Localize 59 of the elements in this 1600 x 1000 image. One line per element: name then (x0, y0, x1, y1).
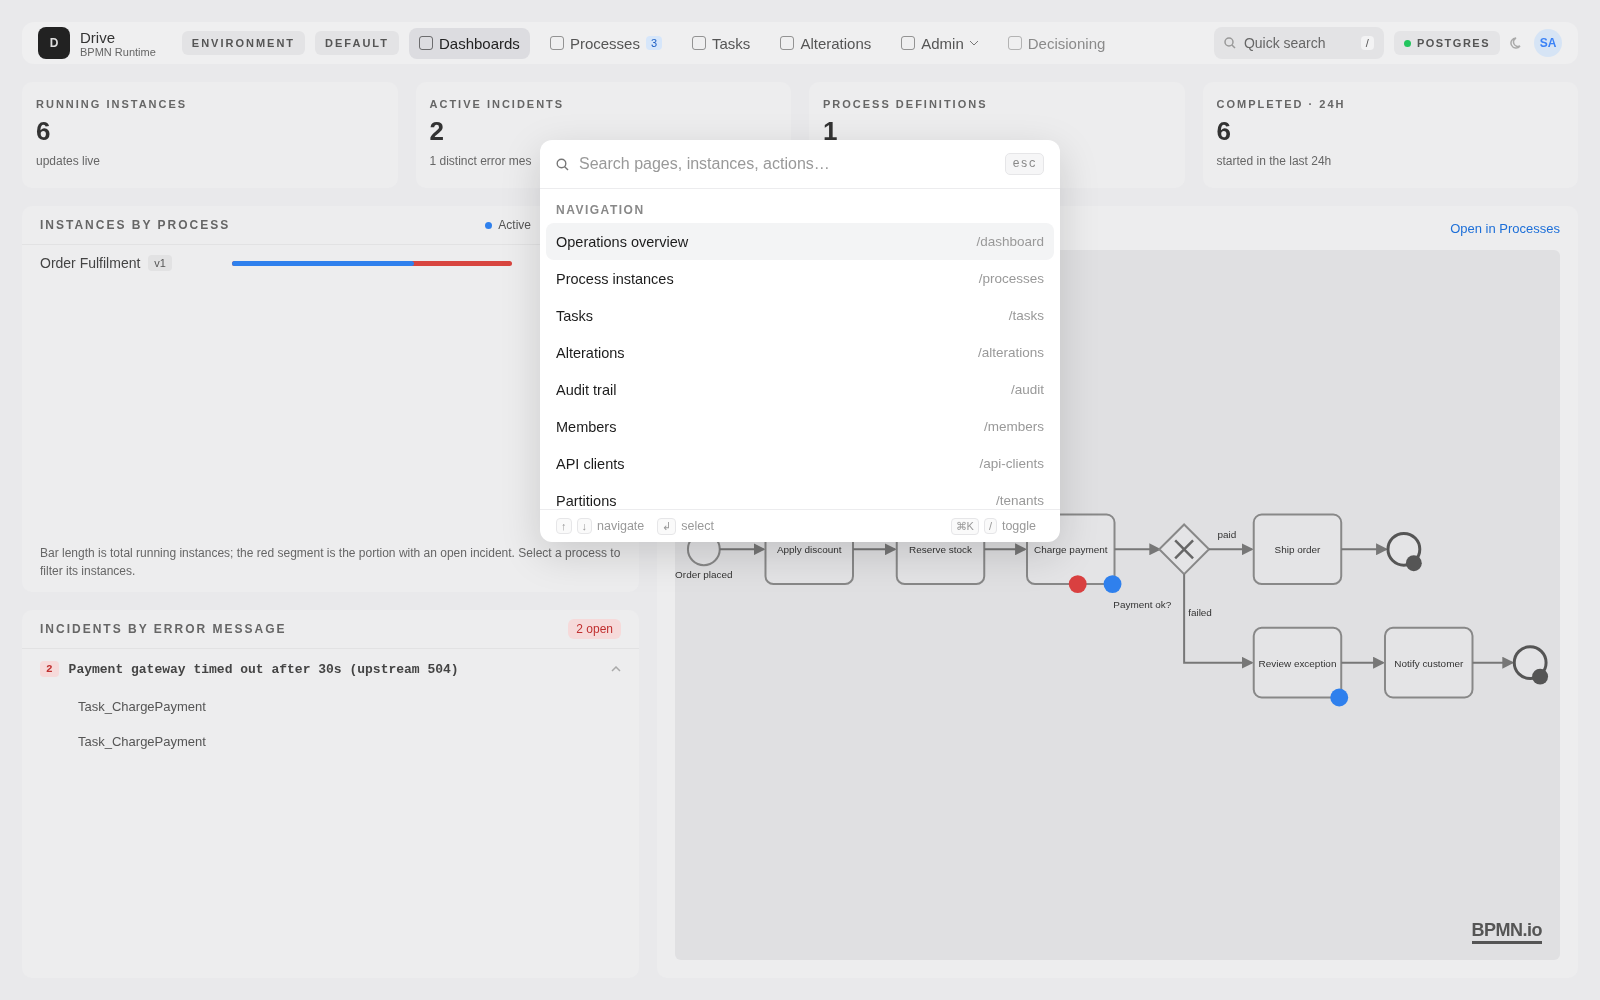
diagram-label: failed (1188, 606, 1212, 618)
stat-note: updates live (36, 154, 101, 168)
stat-label: COMPLETED · 24H (1216, 98, 1347, 110)
nav-tab[interactable]: Processes 3 (539, 27, 673, 59)
stat-value: 2 (429, 116, 445, 147)
hint-label: select (681, 519, 714, 533)
process-name[interactable]: Order Fulfilment (40, 255, 141, 271)
palette-item[interactable]: API clients /api-clients (546, 445, 1054, 482)
key-hint: ↲ (657, 517, 677, 535)
nav-tab[interactable]: Tasks (682, 27, 761, 59)
search-field[interactable]: Search pages, instances, actions… (579, 155, 996, 173)
version-tag: v1 (148, 255, 172, 271)
database-status: POSTGRES (1393, 31, 1500, 55)
key-hint: / (983, 518, 997, 534)
diagram-label: Order placed (675, 569, 733, 581)
stat-value: 6 (36, 116, 52, 147)
palette-item[interactable]: Audit trail /audit (546, 371, 1054, 408)
nav-tab[interactable]: Admin (891, 27, 988, 59)
stat-note: 1 distinct error mes (429, 154, 532, 168)
hint-label: navigate (597, 519, 645, 533)
nav-tab[interactable]: Dashboards (409, 27, 530, 59)
key-hint: ↓ (576, 518, 592, 534)
key-hint: ⌘K (950, 517, 979, 535)
palette-item[interactable]: Tasks /tasks (546, 297, 1054, 334)
stat-value: 1 (823, 116, 839, 147)
stat-label: PROCESS DEFINITIONS (823, 98, 989, 110)
stat-label: RUNNING INSTANCES (36, 98, 189, 110)
incident-task[interactable]: Task_ChargePayment (22, 724, 639, 759)
panel-title: INCIDENTS BY ERROR MESSAGE (40, 622, 287, 636)
palette-item[interactable]: Process instances /processes (546, 260, 1054, 297)
footnote: Bar length is total running instances; the red segment is the portion with an open incident. Select a process to filter its instances. (39, 545, 622, 580)
palette-item[interactable]: Alterations /alterations (546, 334, 1054, 371)
section-label: NAVIGATION (555, 202, 646, 219)
panel-title: INSTANCES BY PROCESS (40, 218, 231, 232)
stat-note: started in the last 24h (1216, 154, 1332, 168)
open-link[interactable]: Open in Processes (1450, 220, 1560, 236)
diagram-label: Payment ok? (1113, 599, 1172, 610)
app-subtitle: BPMN Runtime (80, 45, 156, 58)
bpmn-logo: BPMN.io (1471, 920, 1542, 944)
task-box: Notify customer (1384, 626, 1474, 699)
key-hint: ↑ (556, 518, 572, 534)
incident-group[interactable]: 2 Payment gateway timed out after 30s (upstream 504) (22, 649, 639, 689)
app-name: Drive (80, 28, 116, 46)
nav-tab[interactable]: Alterations (770, 27, 882, 59)
context-pill[interactable]: ENVIRONMENT (181, 31, 306, 55)
open-count: 2 open (568, 619, 621, 639)
context-pill[interactable]: DEFAULT (315, 31, 399, 55)
diagram-label: paid (1217, 529, 1237, 541)
incident-task[interactable]: Task_ChargePayment (22, 689, 639, 724)
task-box: Ship order (1252, 513, 1343, 586)
stat-label: ACTIVE INCIDENTS (429, 98, 566, 110)
task-box: Review exception (1252, 626, 1343, 699)
app-logo: D (38, 27, 70, 59)
stat-value: 6 (1216, 116, 1232, 147)
quick-search-field[interactable]: Quick search / (1213, 27, 1384, 59)
legend-label: Active (498, 218, 531, 232)
palette-item[interactable]: Members /members (546, 408, 1054, 445)
palette-item[interactable]: Partitions /tenants (546, 482, 1054, 509)
palette-item[interactable]: Operations overview /dashboard (546, 223, 1054, 260)
